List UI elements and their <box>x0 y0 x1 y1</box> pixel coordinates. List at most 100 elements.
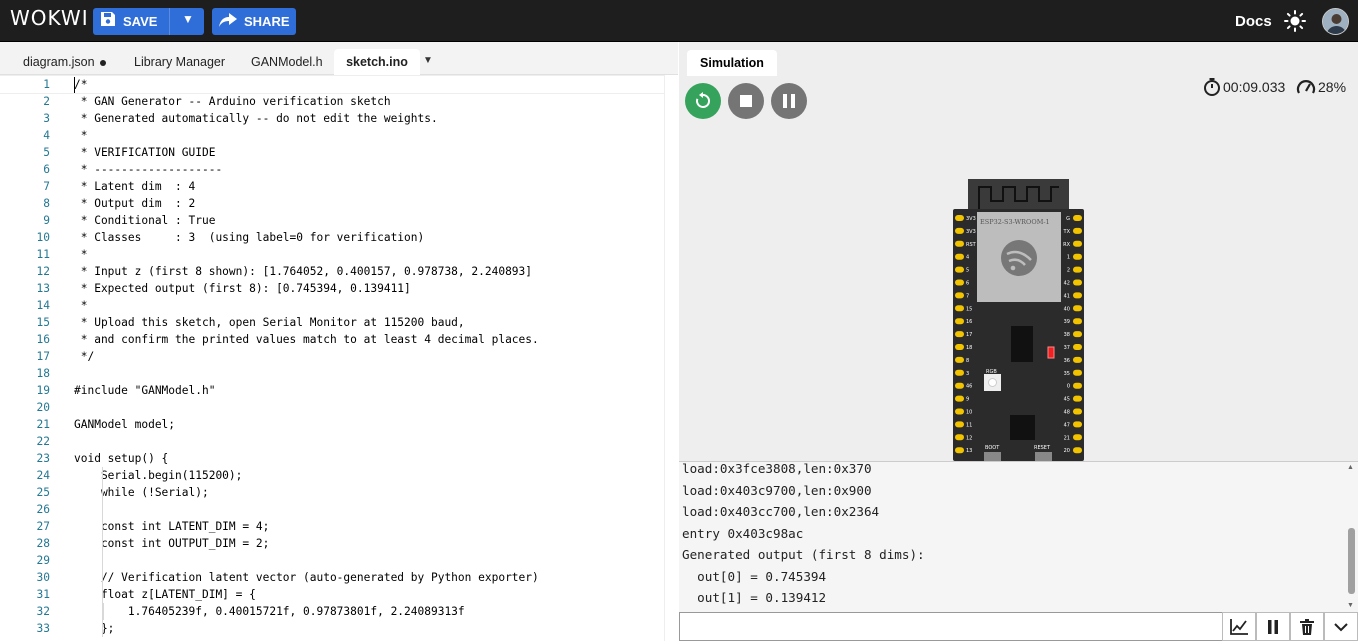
pin-left[interactable] <box>955 344 964 350</box>
code-line[interactable]: 14 * <box>0 297 665 314</box>
code-line[interactable]: 8 * Output dim : 2 <box>0 195 665 212</box>
code-line[interactable]: 23 void setup() { <box>0 450 665 467</box>
code-line[interactable]: 18 <box>0 365 665 382</box>
clear-serial-button[interactable] <box>1290 612 1324 641</box>
code-line[interactable]: 1 /* <box>0 75 666 94</box>
pin-right[interactable] <box>1073 292 1082 299</box>
code-line[interactable]: 16 * and confirm the printed values matc… <box>0 331 665 348</box>
code-line[interactable]: 24 Serial.begin(115200); <box>0 467 665 484</box>
code-line[interactable]: 9 * Conditional : True <box>0 212 665 229</box>
code-line[interactable]: 31 float z[LATENT_DIM] = { <box>0 586 665 603</box>
pin-right[interactable] <box>1073 382 1082 389</box>
serial-collapse-button[interactable] <box>1324 612 1358 641</box>
restart-simulation-button[interactable] <box>685 83 721 119</box>
pin-right[interactable] <box>1073 240 1082 247</box>
editor-scrollbar[interactable] <box>664 75 678 641</box>
pin-left[interactable] <box>955 421 964 428</box>
pause-simulation-button[interactable] <box>771 83 807 119</box>
pin-left[interactable] <box>955 434 964 441</box>
code-line[interactable]: 27 const int LATENT_DIM = 4; <box>0 518 665 535</box>
pin-left[interactable] <box>955 356 964 363</box>
tab-sketch-ino[interactable]: sketch.ino <box>334 49 420 75</box>
theme-sun-icon[interactable] <box>1284 10 1306 32</box>
tab-ganmodel-h[interactable]: GANModel.h <box>241 49 333 75</box>
pin-right[interactable] <box>1073 356 1082 363</box>
code-line[interactable]: 29 <box>0 552 665 569</box>
pin-left[interactable] <box>955 408 964 415</box>
code-line[interactable]: 15 * Upload this sketch, open Serial Mon… <box>0 314 665 331</box>
user-avatar[interactable] <box>1322 8 1349 35</box>
code-line[interactable]: 32 1.76405239f, 0.40015721f, 0.97873801f… <box>0 603 665 620</box>
code-line[interactable]: 12 * Input z (first 8 shown): [1.764052,… <box>0 263 665 280</box>
code-area[interactable]: 1 /* 2 * GAN Generator -- Arduino verifica… <box>0 75 678 641</box>
docs-link[interactable]: Docs <box>1235 13 1272 30</box>
pin-right[interactable] <box>1073 421 1082 428</box>
pin-left[interactable] <box>955 305 964 312</box>
plotter-button[interactable] <box>1222 612 1256 641</box>
pin-left[interactable] <box>955 395 964 402</box>
pin-left[interactable] <box>955 292 964 299</box>
code-line[interactable]: 7 * Latent dim : 4 <box>0 178 665 195</box>
code-line[interactable]: 28 const int OUTPUT_DIM = 2; <box>0 535 665 552</box>
esp32-s3-board[interactable]: 3V33V3RST4567151617188346910111213 GTXRX… <box>953 179 1084 461</box>
code-line[interactable]: 5 * VERIFICATION GUIDE <box>0 144 665 161</box>
pin-right[interactable] <box>1073 369 1082 376</box>
pin-right[interactable] <box>1073 408 1082 415</box>
tabs-menu-chevron-down-icon[interactable]: ▼ <box>423 55 433 66</box>
code-line[interactable]: 26 <box>0 501 665 518</box>
code-line[interactable]: 6 * ------------------- <box>0 161 665 178</box>
tab-diagram-json[interactable]: diagram.json <box>13 49 116 75</box>
pin-left[interactable] <box>955 331 964 338</box>
scroll-down-icon[interactable]: ▼ <box>1347 602 1354 609</box>
code-line[interactable]: 17 */ <box>0 348 665 365</box>
tab-library-manager[interactable]: Library Manager <box>124 49 235 75</box>
code-line[interactable]: 4 * <box>0 127 665 144</box>
pin-right[interactable] <box>1073 344 1082 350</box>
pin-left[interactable] <box>955 215 964 221</box>
code-line[interactable]: 22 <box>0 433 665 450</box>
pin-right[interactable] <box>1073 266 1082 273</box>
pin-left[interactable] <box>955 266 964 273</box>
code-line[interactable]: 13 * Expected output (first 8): [0.74539… <box>0 280 665 297</box>
serial-pause-button[interactable] <box>1256 612 1290 641</box>
code-line[interactable]: 21 GANModel model; <box>0 416 665 433</box>
share-button[interactable]: SHARE <box>212 8 296 35</box>
pin-left[interactable] <box>955 369 964 376</box>
pin-left[interactable] <box>955 382 964 389</box>
pin-left[interactable] <box>955 447 964 454</box>
pin-right[interactable] <box>1073 215 1082 221</box>
pin-left[interactable] <box>955 253 964 260</box>
pin-left[interactable] <box>955 227 964 234</box>
pin-right[interactable] <box>1073 279 1082 286</box>
pin-right[interactable] <box>1073 227 1082 234</box>
serial-input[interactable] <box>679 612 1224 641</box>
stop-simulation-button[interactable] <box>728 83 764 119</box>
code-line[interactable]: 10 * Classes : 3 (using label=0 for veri… <box>0 229 665 246</box>
pin-left[interactable] <box>955 240 964 247</box>
pin-left[interactable] <box>955 318 964 325</box>
speedometer-icon <box>1296 80 1316 94</box>
code-line[interactable]: 19 #include "GANModel.h" <box>0 382 665 399</box>
pin-right[interactable] <box>1073 253 1082 260</box>
code-line[interactable]: 11 * <box>0 246 665 263</box>
pin-right[interactable] <box>1073 434 1082 441</box>
pin-right[interactable] <box>1073 305 1082 312</box>
pin-left[interactable] <box>955 279 964 286</box>
scroll-up-icon[interactable]: ▲ <box>1347 464 1354 471</box>
pin-right[interactable] <box>1073 447 1082 454</box>
save-button[interactable]: SAVE ▼ <box>93 8 204 35</box>
code-line[interactable]: 33 }; <box>0 620 665 637</box>
wokwi-logo[interactable]: WOKWI <box>10 6 89 30</box>
serial-monitor-output[interactable]: ▲ ▼ load:0x3fce3808,len:0x370 load:0x403c… <box>679 461 1358 612</box>
tab-simulation[interactable]: Simulation <box>687 50 777 76</box>
pin-right[interactable] <box>1073 318 1082 325</box>
code-line[interactable]: 25 while (!Serial); <box>0 484 665 501</box>
pin-right[interactable] <box>1073 331 1082 338</box>
serial-scrollbar[interactable]: ▲ ▼ <box>1345 462 1358 612</box>
code-line[interactable]: 3 * Generated automatically -- do not ed… <box>0 110 665 127</box>
code-line[interactable]: 20 <box>0 399 665 416</box>
code-line[interactable]: 30 // Verification latent vector (auto-g… <box>0 569 665 586</box>
save-dropdown-chevron-icon[interactable]: ▼ <box>176 12 200 26</box>
pin-right[interactable] <box>1073 395 1082 402</box>
code-line[interactable]: 2 * GAN Generator -- Arduino verificatio… <box>0 93 665 110</box>
